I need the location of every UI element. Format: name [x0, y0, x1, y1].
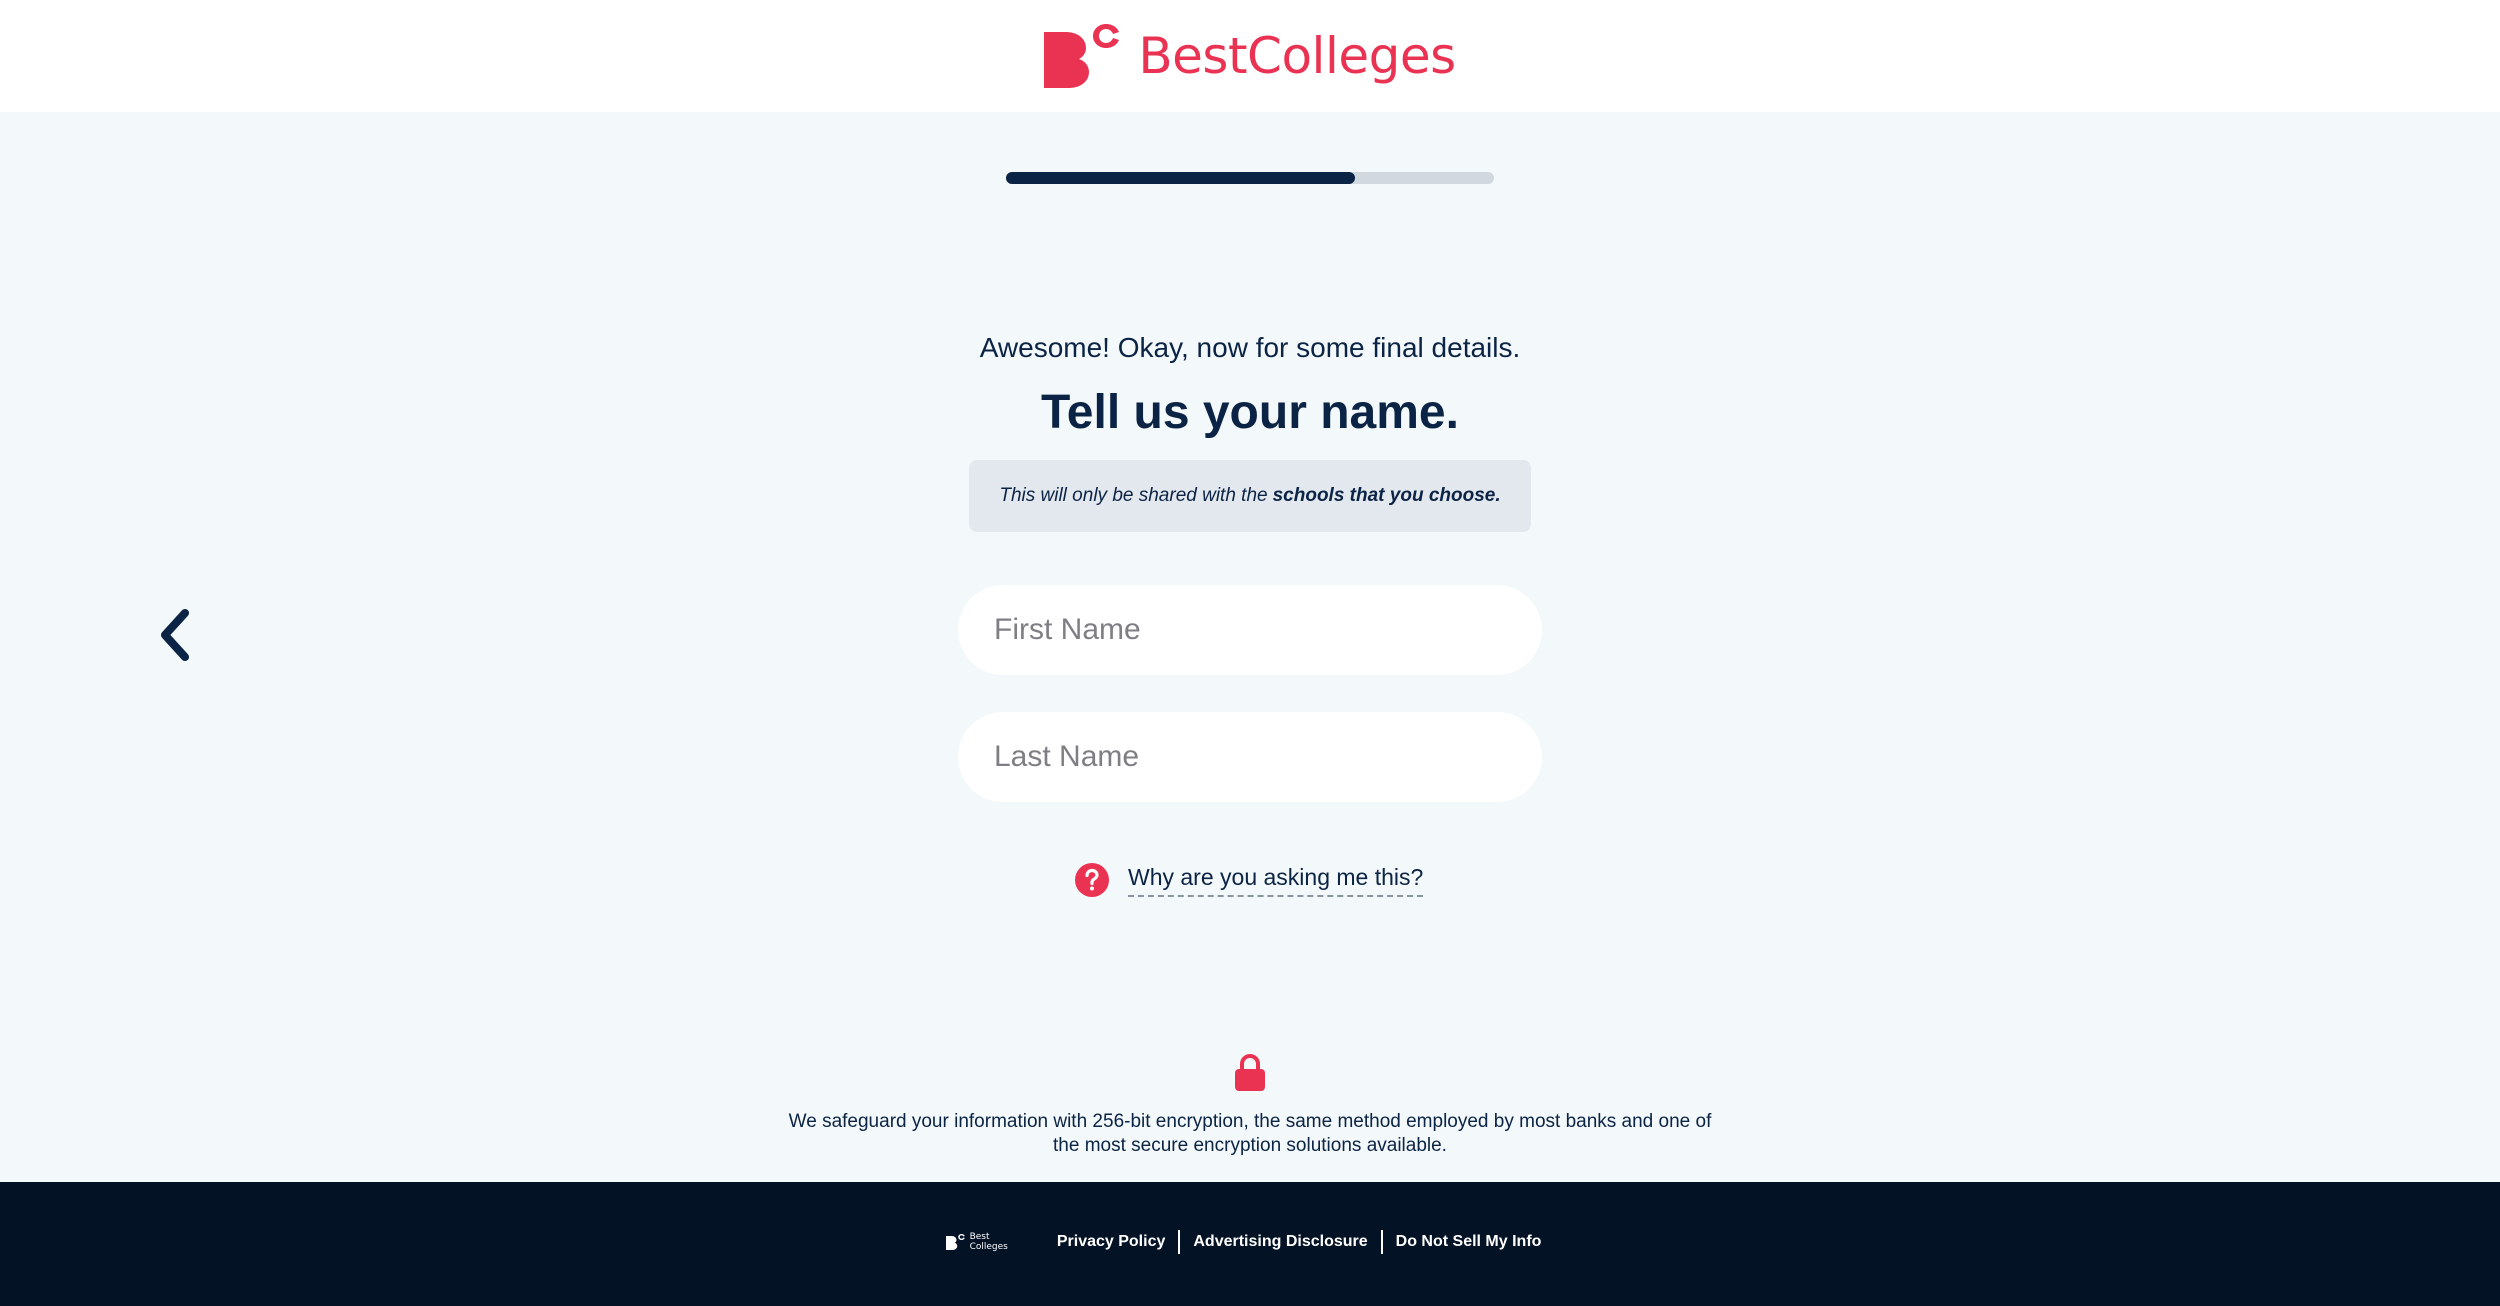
bc-logo-mark-icon [1044, 24, 1120, 88]
footer-logo[interactable]: Best Colleges [945, 1232, 1008, 1252]
lock-icon [1235, 1054, 1265, 1091]
why-asking-label[interactable]: Why are you asking me this? [1128, 863, 1424, 897]
form-content: Awesome! Okay, now for some final detail… [750, 330, 1750, 532]
bc-logo-mark-icon [945, 1234, 965, 1250]
bestcolleges-logo[interactable]: BestColleges [1044, 24, 1456, 88]
footer-logo-line2: Colleges [969, 1242, 1008, 1252]
footer-logo-text: Best Colleges [970, 1232, 1008, 1252]
advertising-disclosure-link[interactable]: Advertising Disclosure [1180, 1230, 1380, 1254]
first-name-input[interactable] [958, 585, 1542, 675]
chevron-left-icon [161, 609, 189, 661]
privacy-notice: This will only be shared with the school… [969, 460, 1531, 532]
notice-prefix: This will only be shared with the [999, 485, 1268, 506]
do-not-sell-link[interactable]: Do Not Sell My Info [1383, 1230, 1555, 1254]
brand-name: BestColleges [1138, 27, 1456, 85]
form-intro: Awesome! Okay, now for some final detail… [979, 332, 1521, 363]
footer-logo-line1: Best [969, 1232, 990, 1242]
progress-bar [1006, 172, 1494, 184]
back-button[interactable] [150, 606, 198, 664]
privacy-policy-link[interactable]: Privacy Policy [1044, 1230, 1179, 1254]
last-name-input[interactable] [958, 712, 1542, 802]
why-asking-link[interactable]: Why are you asking me this? [1074, 862, 1424, 898]
security-statement: We safeguard your information with 256-b… [788, 1111, 1712, 1156]
page-title: Tell us your name. [1041, 386, 1459, 439]
notice-bold: schools that you choose. [1272, 485, 1501, 506]
question-circle-icon [1075, 863, 1109, 897]
progress-bar-fill [1006, 172, 1355, 184]
site-footer: Best Colleges Privacy Policy Advertising… [0, 1182, 2500, 1306]
site-header: BestColleges [0, 0, 2500, 112]
